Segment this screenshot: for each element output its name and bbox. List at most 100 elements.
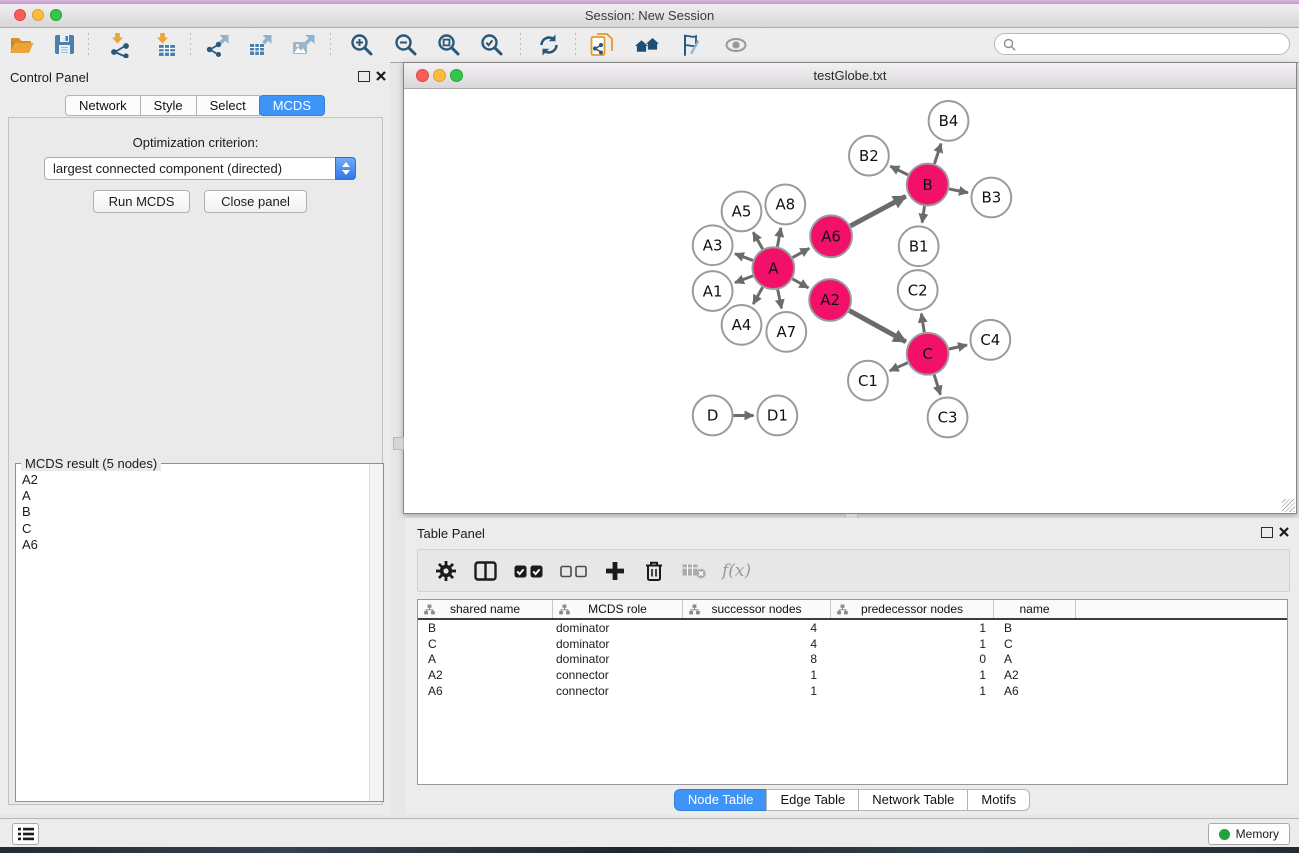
table-cell[interactable]: connector: [553, 684, 683, 698]
network-minimize-traffic-light[interactable]: [433, 69, 446, 82]
close-table-panel-icon[interactable]: [1279, 527, 1289, 537]
table-cell[interactable]: 1: [683, 668, 831, 682]
edge-C-C3[interactable]: [934, 375, 940, 395]
table-cell[interactable]: 1: [831, 621, 994, 635]
network-close-traffic-light[interactable]: [416, 69, 429, 82]
graph-node-C[interactable]: C: [907, 333, 949, 375]
mcds-result-item[interactable]: C: [22, 521, 369, 537]
edge-B-B3[interactable]: [949, 189, 968, 193]
home-networks-icon[interactable]: [634, 32, 660, 58]
import-table-icon[interactable]: [152, 32, 178, 58]
column-header-name[interactable]: name: [994, 600, 1076, 618]
table-cell[interactable]: 1: [683, 684, 831, 698]
edge-B-B4[interactable]: [934, 144, 941, 164]
table-cell[interactable]: A2: [418, 668, 553, 682]
table-cell[interactable]: 1: [831, 668, 994, 682]
tab-network[interactable]: Network: [65, 95, 141, 116]
edge-C-C4[interactable]: [949, 345, 967, 349]
table-cell[interactable]: dominator: [553, 637, 683, 651]
column-header-shared-name[interactable]: shared name: [418, 600, 553, 618]
splitter-nub-left[interactable]: [393, 437, 404, 450]
table-row[interactable]: Cdominator41C: [418, 636, 1287, 652]
tab-mcds[interactable]: MCDS: [259, 95, 325, 116]
settings-gear-icon[interactable]: [435, 560, 457, 582]
tab-edge-table[interactable]: Edge Table: [766, 789, 859, 811]
edge-A-A4[interactable]: [753, 287, 762, 304]
table-cell[interactable]: A6: [418, 684, 553, 698]
close-panel-button[interactable]: Close panel: [204, 190, 307, 213]
edge-A-A2[interactable]: [792, 279, 808, 288]
table-row[interactable]: A6connector11A6: [418, 683, 1287, 699]
table-cell[interactable]: 4: [683, 637, 831, 651]
graph-node-C4[interactable]: C4: [970, 320, 1010, 360]
export-image-icon[interactable]: [291, 32, 317, 58]
edge-A2-C[interactable]: [849, 311, 906, 342]
select-all-checkboxes-icon[interactable]: [514, 560, 543, 582]
graph-node-C3[interactable]: C3: [928, 398, 968, 438]
graph-node-C2[interactable]: C2: [898, 270, 938, 310]
zoom-out-icon[interactable]: [393, 32, 419, 58]
task-history-button[interactable]: [12, 823, 39, 845]
graph-node-B4[interactable]: B4: [929, 101, 969, 141]
memory-button[interactable]: Memory: [1208, 823, 1290, 845]
delete-trash-icon[interactable]: [643, 560, 665, 582]
tab-node-table[interactable]: Node Table: [674, 789, 768, 811]
table-cell[interactable]: B: [418, 621, 553, 635]
table-cell[interactable]: A: [418, 652, 553, 666]
table-cell[interactable]: C: [994, 637, 1076, 651]
table-cell[interactable]: 4: [683, 621, 831, 635]
table-cell[interactable]: A6: [994, 684, 1076, 698]
graph-node-A4[interactable]: A4: [722, 305, 762, 345]
export-table-icon[interactable]: [248, 32, 274, 58]
run-mcds-button[interactable]: Run MCDS: [93, 190, 190, 213]
criterion-dropdown[interactable]: largest connected component (directed): [44, 157, 356, 180]
column-header-MCDS-role[interactable]: MCDS role: [553, 600, 683, 618]
import-network-icon[interactable]: [107, 32, 133, 58]
tab-style[interactable]: Style: [140, 95, 197, 116]
graph-node-A1[interactable]: A1: [693, 271, 733, 311]
table-cell[interactable]: 0: [831, 652, 994, 666]
table-row[interactable]: Bdominator41B: [418, 620, 1287, 636]
table-cell[interactable]: connector: [553, 668, 683, 682]
tab-select[interactable]: Select: [196, 95, 260, 116]
edge-C-C1[interactable]: [890, 363, 908, 371]
edge-B-B1[interactable]: [922, 206, 924, 222]
graph-node-A8[interactable]: A8: [765, 185, 805, 225]
search-box[interactable]: [994, 33, 1290, 55]
graph-node-D[interactable]: D: [693, 396, 733, 436]
edge-A-A6[interactable]: [793, 248, 810, 257]
graph-node-A7[interactable]: A7: [766, 312, 806, 352]
edge-A6-B[interactable]: [850, 196, 905, 226]
deselect-all-checkboxes-icon[interactable]: [560, 560, 587, 582]
graph-node-A6[interactable]: A6: [810, 215, 852, 257]
table-cell[interactable]: 1: [831, 637, 994, 651]
graph-node-A2[interactable]: A2: [809, 279, 851, 321]
table-row[interactable]: Adominator80A: [418, 651, 1287, 667]
mcds-result-item[interactable]: B: [22, 504, 369, 520]
column-header-predecessor-nodes[interactable]: predecessor nodes: [831, 600, 994, 618]
refresh-icon[interactable]: [536, 32, 562, 58]
result-scrollbar[interactable]: [369, 464, 383, 801]
graph-node-A3[interactable]: A3: [693, 225, 733, 265]
table-cell[interactable]: A: [994, 652, 1076, 666]
export-network-icon[interactable]: [205, 32, 231, 58]
edge-C-C2[interactable]: [921, 314, 924, 332]
zoom-in-icon[interactable]: [349, 32, 375, 58]
tab-network-table[interactable]: Network Table: [858, 789, 968, 811]
duplicate-network-icon[interactable]: [589, 32, 615, 58]
save-icon[interactable]: [51, 32, 77, 58]
graph-node-B1[interactable]: B1: [899, 226, 939, 266]
network-zoom-traffic-light[interactable]: [450, 69, 463, 82]
graph-node-B[interactable]: B: [907, 164, 949, 206]
edge-A-A3[interactable]: [735, 254, 753, 261]
flag-icon[interactable]: [678, 32, 704, 58]
tab-motifs[interactable]: Motifs: [967, 789, 1030, 811]
table-cell[interactable]: B: [994, 621, 1076, 635]
table-cell[interactable]: A2: [994, 668, 1076, 682]
mcds-result-item[interactable]: A2: [22, 472, 369, 488]
add-column-icon[interactable]: [604, 560, 626, 582]
graph-node-C1[interactable]: C1: [848, 361, 888, 401]
mcds-result-item[interactable]: A: [22, 488, 369, 504]
network-canvas[interactable]: B4B2BB3A8A5A6A3B1AA1C2A2A4A7C4CC1DD1C3: [404, 89, 1296, 513]
edge-A-A7[interactable]: [778, 290, 782, 309]
